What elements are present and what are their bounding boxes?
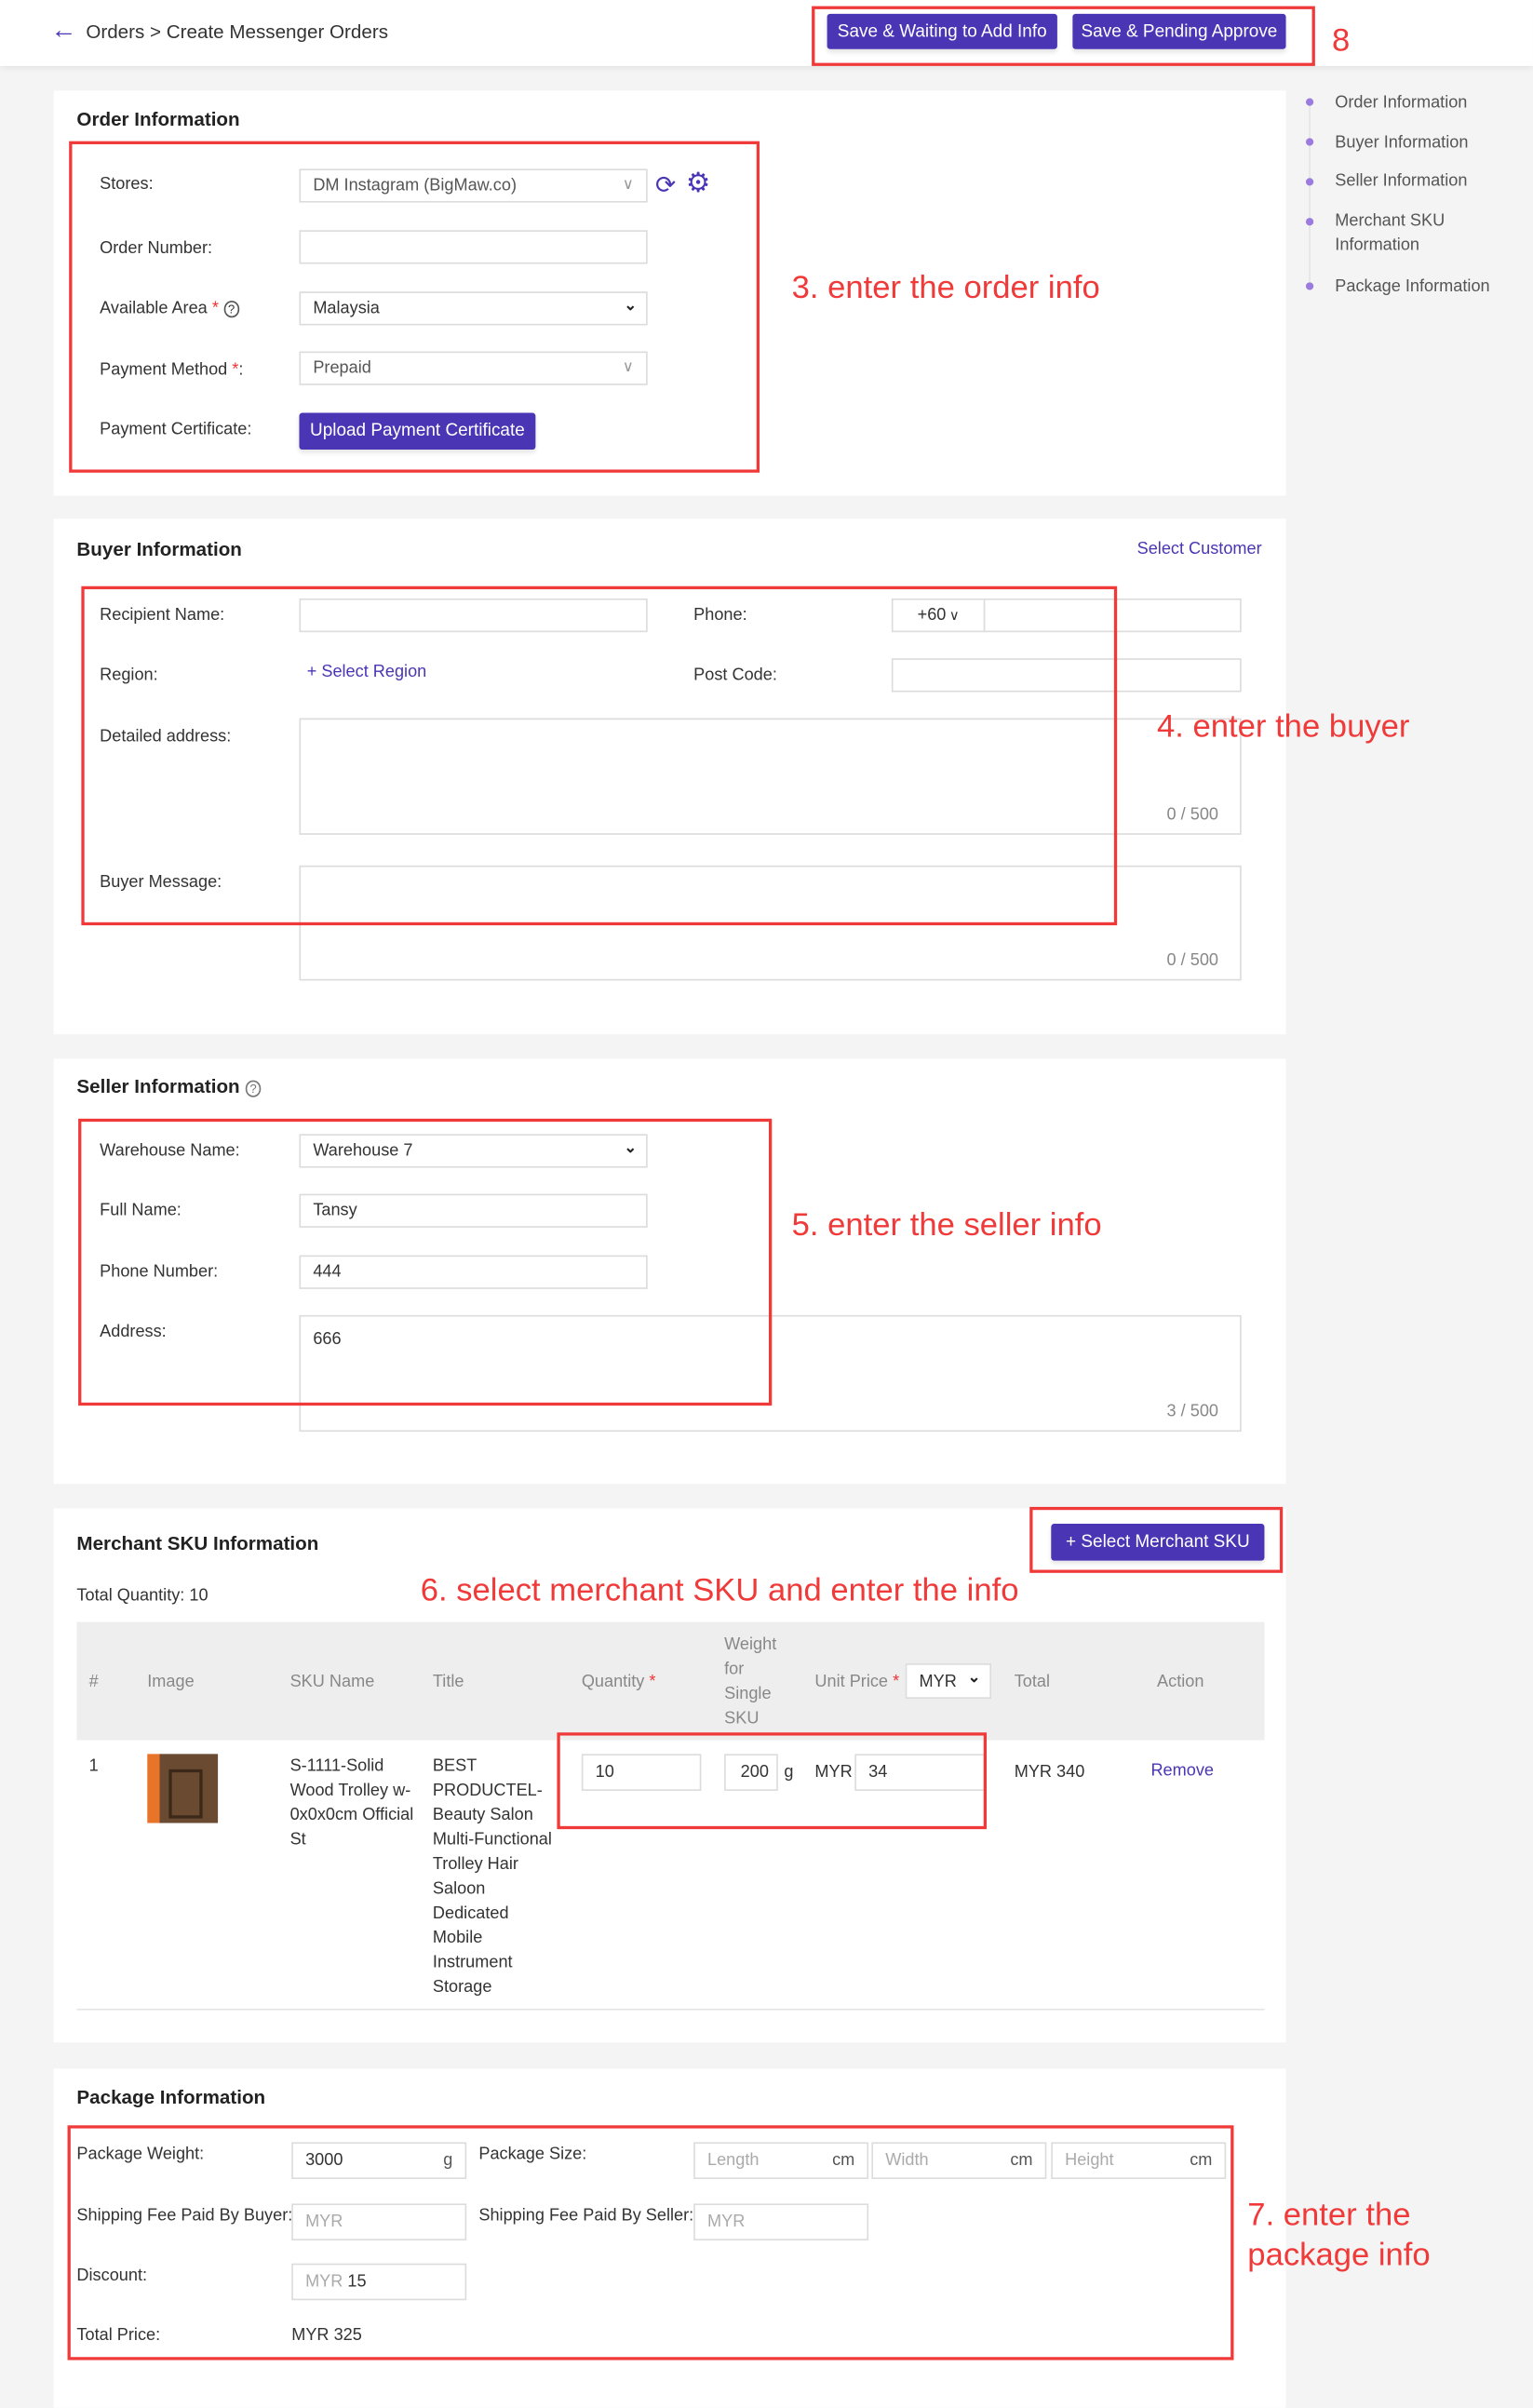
- page: ← Orders > Create Messenger Orders Save …: [0, 0, 1533, 2408]
- section-title: Package Information: [76, 2087, 266, 2109]
- col-label: Quantity: [581, 1672, 645, 1691]
- annotation-box: [78, 1118, 773, 1406]
- nav-line: [1309, 101, 1311, 289]
- annotation-box: [557, 1732, 988, 1830]
- annotation: 4. enter the buyer: [1157, 708, 1410, 745]
- nav-package-info[interactable]: Package Information: [1335, 275, 1489, 299]
- annotation-line: package info: [1247, 2237, 1431, 2273]
- col-label: SKU: [724, 1709, 760, 1729]
- annotation-box: [1029, 1506, 1284, 1573]
- nav-label: Information: [1335, 235, 1420, 255]
- nav-seller-info[interactable]: Seller Information: [1335, 168, 1467, 193]
- col-label: Weight: [724, 1635, 777, 1655]
- annotation: 5. enter the seller info: [791, 1207, 1102, 1244]
- chevron-down-icon: ⌄: [967, 1669, 981, 1687]
- currency-select[interactable]: MYR ⌄: [905, 1663, 991, 1700]
- annotation-box: [81, 585, 1118, 926]
- annotation-box: [69, 141, 760, 473]
- col-label: for: [724, 1660, 745, 1679]
- nav-buyer-info[interactable]: Buyer Information: [1335, 130, 1468, 155]
- back-arrow-icon[interactable]: ←: [50, 15, 76, 46]
- col-sku-name: SKU Name: [289, 1672, 375, 1691]
- breadcrumb: Orders > Create Messenger Orders: [86, 21, 389, 44]
- col-unit-price: Unit Price *: [814, 1672, 900, 1691]
- product-image: [147, 1754, 219, 1823]
- col-title: Title: [432, 1672, 464, 1691]
- section-title: Buyer Information: [76, 538, 242, 560]
- nav-merchant-sku[interactable]: Merchant SKU Information: [1335, 209, 1445, 258]
- col-total: Total: [1014, 1672, 1051, 1691]
- char-count: 3 / 500: [1166, 1402, 1218, 1421]
- remove-link[interactable]: Remove: [1150, 1758, 1214, 1782]
- annotation: 6. select merchant SKU and enter the inf…: [420, 1572, 1019, 1608]
- col-label: Single: [724, 1685, 772, 1703]
- col-image: Image: [147, 1672, 195, 1691]
- sku-name: S-1111-Solid Wood Trolley w-0x0x0cm Offi…: [289, 1756, 414, 1850]
- annotation: 3. enter the order info: [791, 270, 1100, 306]
- section-title: Seller Information ?: [76, 1075, 262, 1097]
- annotation: 7. enter the package info: [1247, 2196, 1430, 2276]
- row-divider: [76, 2009, 1265, 2011]
- col-quantity: Quantity *: [581, 1672, 656, 1691]
- annotation: 8: [1331, 22, 1351, 59]
- currency-value: MYR: [919, 1672, 957, 1690]
- nav-order-info[interactable]: Order Information: [1335, 90, 1467, 114]
- row-total: MYR 340: [1014, 1763, 1085, 1782]
- section-title: Order Information: [76, 109, 240, 131]
- annotation-box: [812, 6, 1315, 66]
- select-customer-link[interactable]: Select Customer: [1137, 540, 1262, 558]
- help-icon[interactable]: ?: [245, 1080, 262, 1097]
- char-count: 0 / 500: [1166, 805, 1218, 825]
- char-count: 0 / 500: [1166, 951, 1218, 970]
- nav-label: Merchant SKU: [1335, 211, 1446, 231]
- row-index: 1: [88, 1756, 99, 1776]
- section-title: Merchant SKU Information: [76, 1532, 319, 1555]
- annotation-line: 7. enter the: [1247, 2197, 1411, 2233]
- total-quantity: Total Quantity: 10: [76, 1586, 208, 1606]
- product-title: BEST PRODUCTEL-Beauty Salon Multi-Functi…: [432, 1756, 552, 1997]
- annotation-box: [67, 2125, 1234, 2361]
- col-weight: Weight for Single SKU: [724, 1633, 776, 1731]
- col-index: #: [88, 1672, 99, 1691]
- trolley-shape: [168, 1769, 203, 1819]
- table-header: [76, 1621, 1265, 1741]
- col-label: Unit Price: [814, 1672, 889, 1691]
- title-text: Seller Information: [76, 1075, 240, 1097]
- col-action: Action: [1157, 1672, 1204, 1691]
